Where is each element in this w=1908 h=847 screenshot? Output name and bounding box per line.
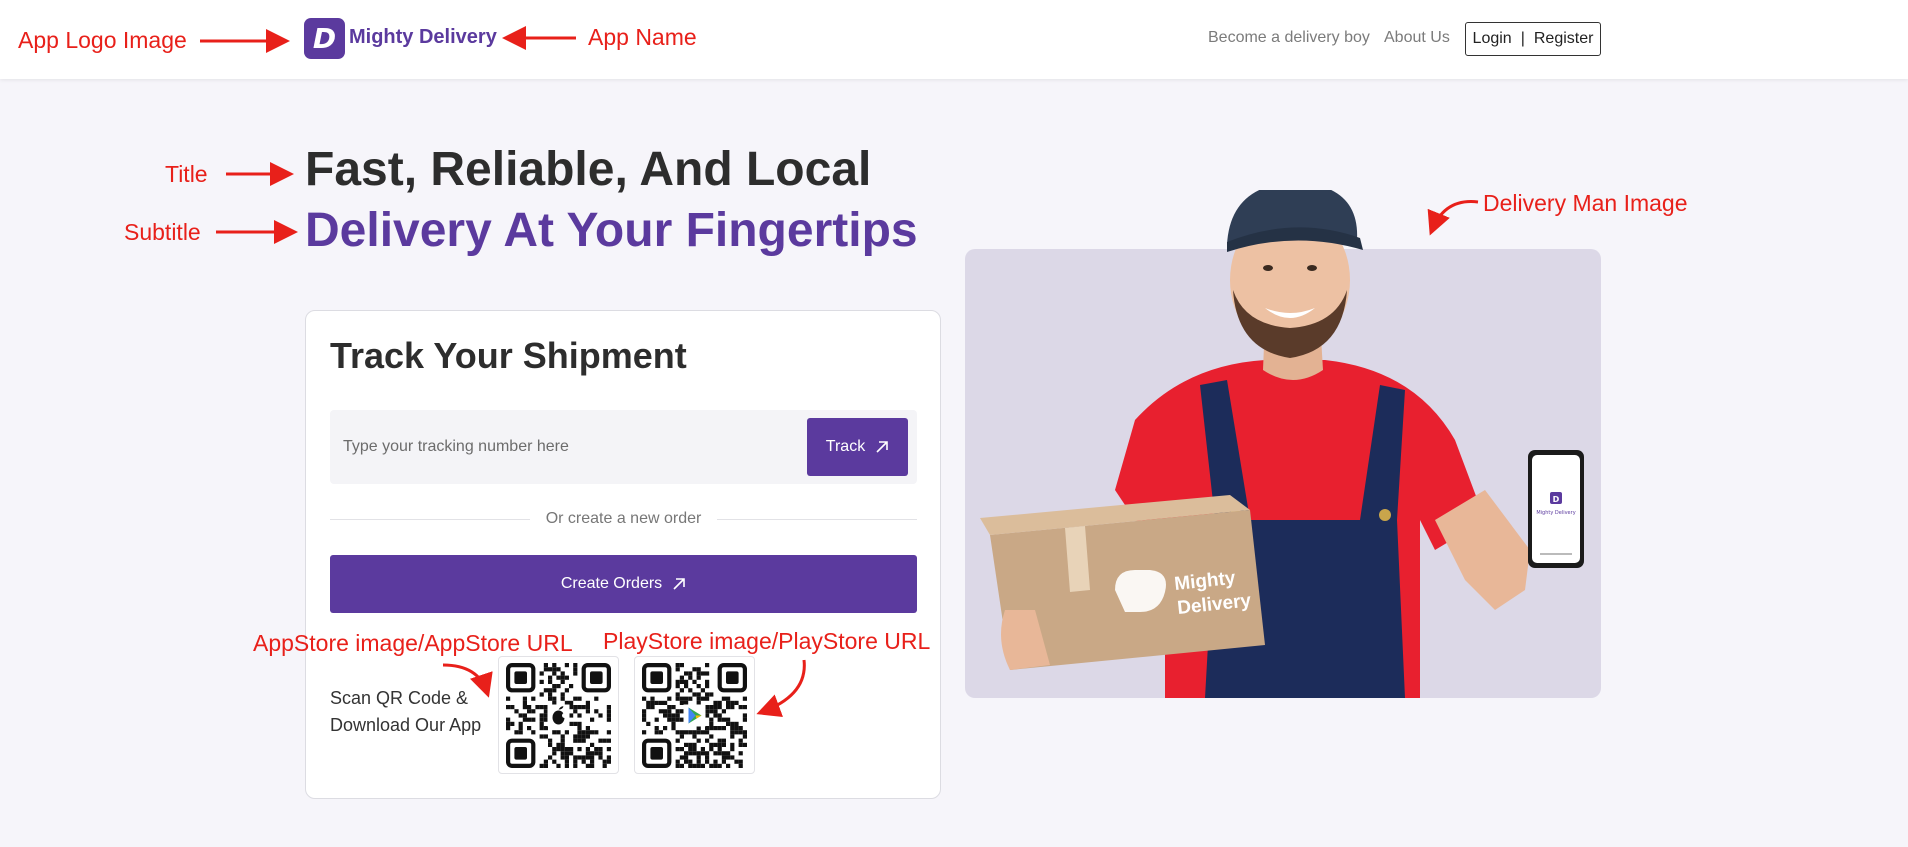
login-register-box: Login | Register bbox=[1465, 22, 1601, 56]
login-link[interactable]: Login bbox=[1471, 30, 1514, 48]
arrow-up-right-icon bbox=[876, 441, 889, 453]
annotation-playstore: PlayStore image/PlayStore URL bbox=[603, 628, 931, 654]
create-orders-button[interactable]: Create Orders bbox=[330, 555, 917, 613]
annotation-app-name: App Name bbox=[588, 24, 697, 50]
nav-become-delivery-boy[interactable]: Become a delivery boy bbox=[1208, 29, 1370, 47]
svg-text:D: D bbox=[1553, 495, 1560, 504]
divider-line-right bbox=[717, 519, 917, 520]
track-card-title: Track Your Shipment bbox=[330, 335, 687, 376]
scan-qr-text: Scan QR Code & Download Our App bbox=[330, 688, 482, 735]
appstore-qr-code[interactable] bbox=[498, 656, 619, 774]
phone-app-name: Mighty Delivery bbox=[1536, 510, 1575, 516]
annotation-arrows bbox=[200, 26, 1479, 718]
track-button-label: Track bbox=[825, 438, 866, 455]
app-name[interactable]: Mighty Delivery bbox=[349, 26, 497, 49]
hero-title: Fast, Reliable, And Local bbox=[305, 143, 872, 196]
or-divider: Or create a new order bbox=[330, 509, 917, 529]
register-link[interactable]: Register bbox=[1532, 30, 1596, 48]
tracking-number-input[interactable] bbox=[330, 410, 800, 484]
hero-subtitle: Delivery At Your Fingertips bbox=[305, 204, 918, 257]
app-logo[interactable]: D bbox=[304, 18, 345, 59]
annotation-subtitle: Subtitle bbox=[124, 219, 201, 245]
tracking-form: Track bbox=[330, 410, 917, 484]
top-navbar: D Mighty Delivery Become a delivery boy … bbox=[0, 0, 1908, 79]
annotation-title: Title bbox=[165, 161, 208, 187]
playstore-qr-code[interactable] bbox=[634, 656, 755, 774]
create-orders-label: Create Orders bbox=[560, 575, 663, 592]
annotation-app-logo-image: App Logo Image bbox=[18, 27, 187, 53]
track-button[interactable]: Track bbox=[807, 418, 908, 476]
nav-about-us[interactable]: About Us bbox=[1384, 29, 1450, 47]
login-register-separator: | bbox=[1520, 30, 1525, 47]
annotation-delivery-man-image: Delivery Man Image bbox=[1483, 190, 1688, 216]
annotation-appstore: AppStore image/AppStore URL bbox=[253, 630, 573, 656]
track-shipment-card: Track Your Shipment Track Or create a ne… bbox=[305, 310, 941, 799]
delivery-man-image: D Mighty Delivery Mighty Delivery bbox=[980, 190, 1584, 698]
logo-letter: D bbox=[312, 22, 337, 55]
arrow-up-right-icon bbox=[673, 578, 685, 590]
